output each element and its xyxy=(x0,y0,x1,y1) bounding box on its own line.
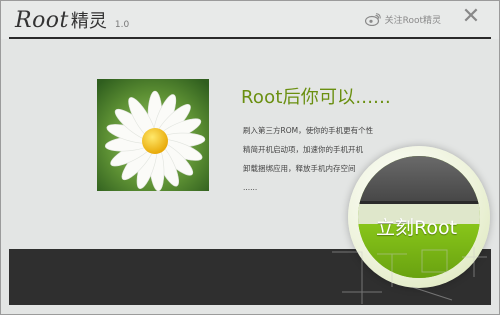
title-divider xyxy=(9,37,491,39)
feature-item: 刷入第三方ROM，使你的手机更有个性 xyxy=(243,126,374,135)
root-button-label[interactable]: 立刻Root xyxy=(376,213,457,240)
title-bar: Root 精灵 1.0 关注Root精灵 ✕ xyxy=(1,1,499,39)
follow-label: 关注Root精灵 xyxy=(384,16,441,26)
follow-weibo-link[interactable]: 关注Root精灵 xyxy=(364,13,441,26)
headline: Root后你可以...... xyxy=(241,87,391,108)
app-version: 1.0 xyxy=(114,20,130,30)
weibo-icon xyxy=(364,13,381,26)
close-icon[interactable]: ✕ xyxy=(461,6,481,28)
watermark-pattern xyxy=(332,247,487,304)
brand-name-cn: 精灵 xyxy=(70,11,107,32)
daisy-photo xyxy=(97,79,209,191)
app-window: Root 精灵 1.0 关注Root精灵 ✕ Root后你可以...... 刷入… xyxy=(0,0,500,315)
app-brand: Root 精灵 1.0 xyxy=(15,7,129,33)
brand-name-en: Root xyxy=(15,8,69,33)
